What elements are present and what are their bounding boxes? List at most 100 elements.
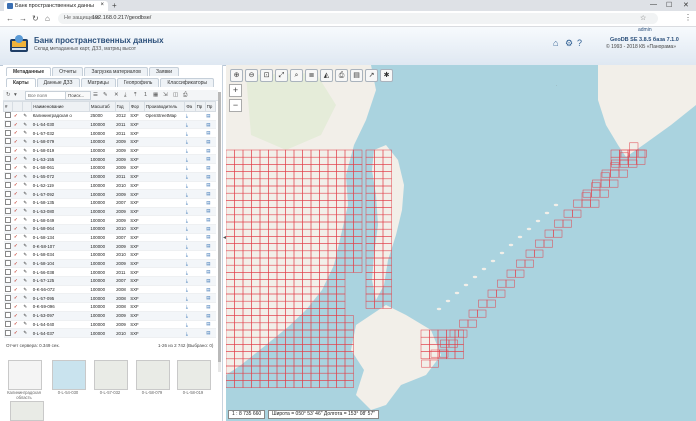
map-sheet-cell[interactable] [344, 380, 354, 388]
map-sheet-cell[interactable] [310, 372, 320, 381]
map-sheet-cell[interactable] [259, 372, 269, 381]
print-icon[interactable]: ⎙ [335, 69, 348, 82]
map-sheet-cell[interactable] [319, 358, 329, 367]
column-header[interactable]: # [2, 101, 14, 112]
tab-primary-2[interactable]: Загрузка материалов [84, 67, 148, 76]
map-sheet-cell[interactable] [628, 159, 638, 168]
map-sheet-cell[interactable] [336, 358, 346, 367]
map-sheet-cell[interactable] [353, 228, 363, 237]
map-sheet-cell[interactable] [302, 336, 312, 345]
new-tab-button[interactable]: + [112, 1, 117, 10]
map-sheet-cell[interactable] [285, 351, 295, 360]
map-sheet-cell[interactable] [268, 372, 278, 381]
column-header[interactable]: Производитель [143, 101, 186, 112]
map-sheet-cell[interactable] [353, 178, 363, 187]
edit-icon[interactable]: ✎ [22, 154, 32, 165]
file-icon[interactable]: ▤ [205, 215, 216, 225]
map-sheet-cell[interactable] [534, 249, 544, 258]
map-sheet-cell[interactable] [310, 380, 320, 388]
refresh-icon[interactable]: ↻ [6, 92, 11, 98]
download-icon[interactable]: ⤓ [184, 328, 196, 338]
row-checkbox[interactable] [3, 328, 13, 338]
row-checkbox[interactable] [3, 111, 13, 121]
map-sheet-cell[interactable] [553, 229, 563, 238]
map-sheet-cell[interactable] [353, 164, 363, 172]
map-sheet-cell[interactable] [319, 300, 329, 309]
search-icon[interactable]: ⌕ [290, 69, 303, 82]
tab-primary-1[interactable]: Отчеты [52, 67, 84, 76]
edit-icon[interactable]: ✎ [22, 267, 32, 278]
map-sheet-cell[interactable] [365, 300, 375, 309]
map-sheet-cell[interactable] [353, 257, 363, 266]
row-checkbox[interactable] [3, 311, 13, 321]
map-sheet-cell[interactable] [609, 179, 619, 188]
map-sheet-cell[interactable] [454, 336, 464, 345]
map-sheet-cell[interactable] [327, 358, 337, 367]
download-icon[interactable]: ⤓ [184, 267, 196, 278]
map-sheet-cell[interactable] [365, 192, 375, 201]
tab-close-icon[interactable]: × [100, 2, 104, 8]
map-sheet-cell[interactable] [293, 344, 303, 352]
map-sheet-cell[interactable] [310, 329, 320, 338]
map-sheet-cell[interactable] [344, 250, 354, 259]
map-sheet-cell[interactable] [516, 259, 526, 268]
map-sheet-cell[interactable] [327, 315, 337, 324]
column-header[interactable]: Масштаб [88, 101, 116, 112]
map-sheet-cell[interactable] [344, 221, 354, 230]
table-row[interactable]: ✓ ✎ 0-L-58-049 100000 2009 SXF ⤓ ▤ [3, 215, 216, 225]
row-checkbox[interactable] [3, 276, 13, 286]
column-header[interactable]: Год [114, 101, 130, 112]
file-icon[interactable]: ▤ [205, 189, 216, 199]
map-sheet-cell[interactable] [448, 339, 458, 348]
map-sheet-cell[interactable] [582, 189, 592, 198]
download-icon[interactable]: ⤓ [184, 293, 196, 304]
map-sheet-cell[interactable] [336, 380, 346, 388]
row-checkbox[interactable] [3, 233, 13, 243]
map-sheet-cell[interactable] [365, 243, 375, 252]
map-sheet-cell[interactable] [327, 293, 337, 302]
map-sheet-cell[interactable] [336, 279, 346, 288]
map-sheet-cell[interactable] [327, 300, 337, 309]
grid-icon[interactable]: ▦ [153, 92, 158, 98]
map-sheet-cell[interactable] [302, 380, 312, 388]
map-sheet-cell[interactable] [627, 156, 637, 165]
tab-primary-3[interactable]: Заявки [148, 67, 180, 76]
column-header[interactable]: Пр [204, 101, 217, 112]
browser-menu-icon[interactable]: ⋮ [684, 13, 692, 22]
file-icon[interactable]: ▤ [205, 250, 216, 260]
thumbnail-4[interactable] [177, 360, 211, 390]
row-checkbox[interactable] [3, 172, 13, 182]
download-icon[interactable]: ⤓ [184, 172, 196, 182]
map-sheet-cell[interactable] [344, 336, 354, 345]
map-sheet-cell[interactable] [251, 372, 261, 381]
measure-icon[interactable]: ▤ [350, 69, 363, 82]
map-sheet-cell[interactable] [319, 322, 329, 331]
map-sheet-cell[interactable] [293, 351, 303, 360]
map-sheet-cell[interactable] [268, 344, 278, 352]
map-sheet-cell[interactable] [525, 249, 535, 258]
map-sheet-cell[interactable] [327, 365, 337, 374]
map-sheet-cell[interactable] [365, 178, 375, 187]
column-header[interactable]: Фор [128, 101, 145, 112]
download-icon[interactable]: ⤓ [184, 302, 196, 312]
map-sheet-cell[interactable] [285, 380, 295, 388]
column-header[interactable] [12, 101, 23, 112]
file-icon[interactable]: ▤ [205, 259, 216, 269]
map-sheet-cell[interactable] [446, 336, 456, 345]
edit-icon[interactable]: ✎ [22, 181, 32, 191]
download-icon[interactable]: ⤓ [184, 285, 196, 295]
map-sheet-cell[interactable] [353, 221, 363, 230]
map-sheet-cell[interactable] [344, 228, 354, 237]
file-icon[interactable]: ▤ [205, 328, 216, 338]
map-sheet-cell[interactable] [336, 351, 346, 360]
table-row[interactable]: ✓ ✎ 0-L-57-092 100000 2009 SXF ⤓ ▤ [3, 189, 216, 199]
map-sheet-cell[interactable] [572, 209, 582, 218]
column-header[interactable]: Наименование [31, 101, 90, 112]
map-sheet-cell[interactable] [446, 329, 456, 338]
map-sheet-cell[interactable] [259, 380, 269, 388]
row-checkbox[interactable] [3, 120, 13, 130]
map-sheet-cell[interactable] [293, 380, 303, 388]
map-sheet-cell[interactable] [319, 329, 329, 338]
table-row[interactable]: ✓ ✎ 0-L-58-064 100000 2010 SXF ⤓ ▤ [3, 224, 216, 234]
table-row[interactable]: ✓ ✎ 0-L-58-104 100000 2009 SXF ⤓ ▤ [3, 259, 216, 269]
